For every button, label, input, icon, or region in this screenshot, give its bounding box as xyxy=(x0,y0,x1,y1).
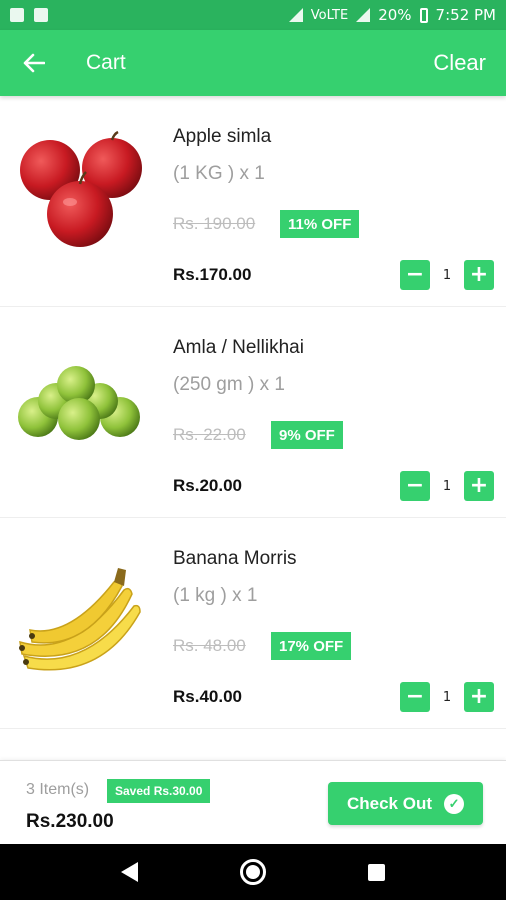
item-mrp: Rs. 48.00 xyxy=(173,636,246,655)
item-quantity: (1 kg ) x 1 xyxy=(173,585,258,606)
item-price: Rs.40.00 xyxy=(173,687,242,706)
plus-icon: + xyxy=(469,473,489,498)
nav-recents-icon[interactable] xyxy=(368,863,385,881)
quantity-value: 1 xyxy=(442,689,452,705)
cart-total: Rs.230.00 xyxy=(26,811,114,832)
item-quantity: (250 gm ) x 1 xyxy=(173,374,285,395)
quantity-stepper: − 1 + xyxy=(400,682,494,712)
quantity-value: 1 xyxy=(442,478,452,494)
cart-item: Apple simla (1 KG ) x 1 Rs. 190.00 11% O… xyxy=(0,96,506,307)
clear-button[interactable]: Clear xyxy=(433,50,486,76)
item-name: Apple simla xyxy=(173,126,272,147)
plus-button[interactable]: + xyxy=(464,260,494,290)
minus-icon: − xyxy=(405,684,425,709)
minus-button[interactable]: − xyxy=(400,260,430,290)
battery-icon xyxy=(419,7,428,23)
discount-badge: 11% OFF xyxy=(280,210,360,238)
checkout-button[interactable]: Check Out ✓ xyxy=(328,782,483,825)
item-name: Amla / Nellikhai xyxy=(173,337,304,358)
system-nav-bar xyxy=(0,844,506,900)
discount-badge: 9% OFF xyxy=(271,421,343,449)
cart-footer: 3 Item(s) Saved Rs.30.00 Rs.230.00 Check… xyxy=(0,760,506,844)
signal-icon xyxy=(288,8,303,22)
cart-list: Apple simla (1 KG ) x 1 Rs. 190.00 11% O… xyxy=(0,96,506,729)
item-count: 3 Item(s) xyxy=(26,781,90,798)
saved-badge: Saved Rs.30.00 xyxy=(107,779,211,803)
apple-image xyxy=(20,130,142,247)
item-name: Banana Morris xyxy=(173,548,297,569)
checkout-label: Check Out xyxy=(346,793,433,813)
minus-button[interactable]: − xyxy=(400,471,430,501)
image-notification-icon xyxy=(10,8,24,22)
page-title: Cart xyxy=(86,51,126,74)
sim-notification-icon xyxy=(34,8,48,22)
clock: 7:52 PM xyxy=(435,6,496,24)
item-mrp: Rs. 190.00 xyxy=(173,214,256,233)
nav-home-icon[interactable] xyxy=(240,859,266,885)
check-circle-icon: ✓ xyxy=(444,793,465,814)
plus-icon: + xyxy=(469,262,489,287)
banana-image xyxy=(19,568,141,671)
item-mrp: Rs. 22.00 xyxy=(173,425,246,444)
nav-back-icon[interactable] xyxy=(121,862,138,882)
plus-button[interactable]: + xyxy=(464,682,494,712)
plus-icon: + xyxy=(469,684,489,709)
cart-item: Banana Morris (1 kg ) x 1 Rs. 48.00 17% … xyxy=(0,518,506,729)
amla-image xyxy=(18,366,140,440)
volte-label: VoLTE xyxy=(310,7,349,23)
item-price: Rs.170.00 xyxy=(173,265,252,284)
discount-badge: 17% OFF xyxy=(271,632,352,660)
minus-icon: − xyxy=(405,262,425,287)
quantity-stepper: − 1 + xyxy=(400,260,494,290)
back-arrow-icon[interactable] xyxy=(20,49,48,77)
minus-button[interactable]: − xyxy=(400,682,430,712)
item-price: Rs.20.00 xyxy=(173,476,242,495)
cart-item: Amla / Nellikhai (250 gm ) x 1 Rs. 22.00… xyxy=(0,307,506,518)
battery-percent: 20% xyxy=(378,6,412,24)
minus-icon: − xyxy=(405,473,425,498)
quantity-value: 1 xyxy=(442,267,452,283)
plus-button[interactable]: + xyxy=(464,471,494,501)
quantity-stepper: − 1 + xyxy=(400,471,494,501)
item-quantity: (1 KG ) x 1 xyxy=(173,163,265,184)
status-bar: VoLTE 20% 7:52 PM xyxy=(0,0,506,30)
app-bar: Cart Clear xyxy=(0,30,506,96)
signal-strength-icon xyxy=(356,8,371,22)
